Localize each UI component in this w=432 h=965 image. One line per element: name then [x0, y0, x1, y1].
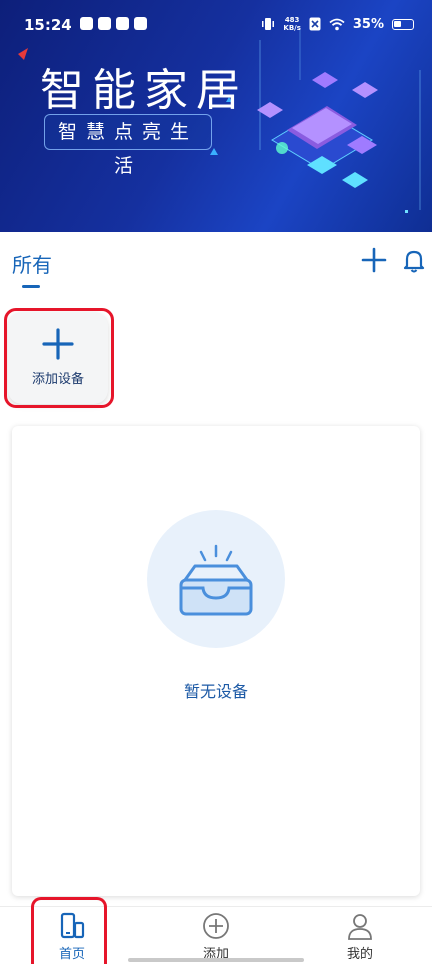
user-icon [348, 914, 372, 940]
home-indicator[interactable] [128, 958, 304, 962]
device-list-card: 暂无设备 [12, 426, 420, 896]
empty-state-text: 暂无设备 [183, 682, 248, 701]
tab-indicator [22, 285, 40, 288]
smart-home-illustration [257, 72, 378, 188]
banner-subtitle: 智慧点亮生活 [44, 114, 212, 177]
highlight-frame [4, 308, 114, 408]
bell-icon[interactable] [402, 248, 426, 274]
banner-title: 智能家居 [40, 65, 248, 116]
highlight-frame [31, 897, 107, 964]
nav-add[interactable]: 添加 [144, 907, 288, 965]
tab-all[interactable]: 所有 [12, 249, 52, 278]
banner[interactable]: 15:24 483 KB/s 35% 智能家居 智慧点亮生活 [0, 0, 432, 232]
nav-profile[interactable]: 我的 [288, 907, 432, 965]
empty-illustration [147, 510, 285, 648]
nav-profile-label: 我的 [346, 947, 373, 962]
add-icon[interactable] [360, 246, 388, 274]
add-circle-icon [203, 913, 229, 939]
empty-inbox-icon [179, 544, 253, 616]
